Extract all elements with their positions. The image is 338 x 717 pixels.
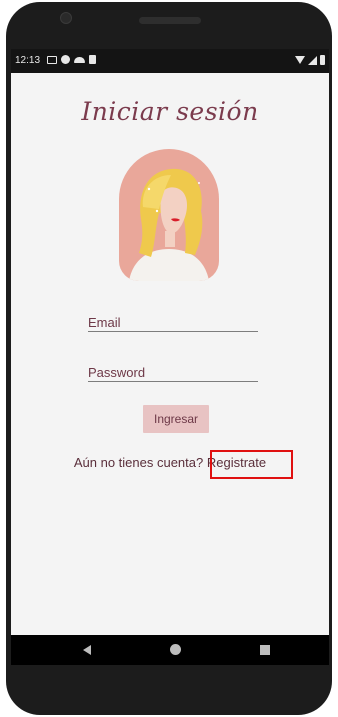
cloud-icon	[74, 56, 85, 63]
recents-icon[interactable]	[260, 645, 270, 655]
password-field[interactable]	[88, 365, 258, 382]
email-input[interactable]	[88, 315, 258, 330]
back-icon[interactable]	[83, 645, 91, 655]
sdcard-icon	[89, 55, 96, 64]
page-title: Iniciar sesión	[81, 97, 259, 126]
password-input[interactable]	[88, 365, 258, 380]
navigation-bar	[11, 635, 329, 665]
highlight-box	[210, 450, 293, 479]
status-bar: 12:13	[11, 49, 329, 73]
signal-icon	[308, 55, 317, 65]
image-icon	[47, 55, 57, 64]
camera	[60, 12, 72, 24]
status-time: 12:13	[15, 55, 41, 66]
circle-icon	[61, 55, 70, 64]
battery-icon	[320, 55, 325, 65]
system-icons	[295, 55, 325, 65]
speaker	[139, 17, 201, 24]
home-icon[interactable]	[170, 644, 181, 655]
login-button[interactable]: Ingresar	[143, 405, 209, 433]
register-prompt: Aún no tienes cuenta?	[73, 455, 204, 470]
notification-icons	[47, 55, 96, 64]
email-field[interactable]	[88, 315, 258, 332]
avatar-illustration	[119, 149, 219, 281]
app-screen: 12:13 Iniciar sesión Email Ingresar Aún …	[11, 49, 329, 635]
wifi-icon	[295, 56, 305, 64]
